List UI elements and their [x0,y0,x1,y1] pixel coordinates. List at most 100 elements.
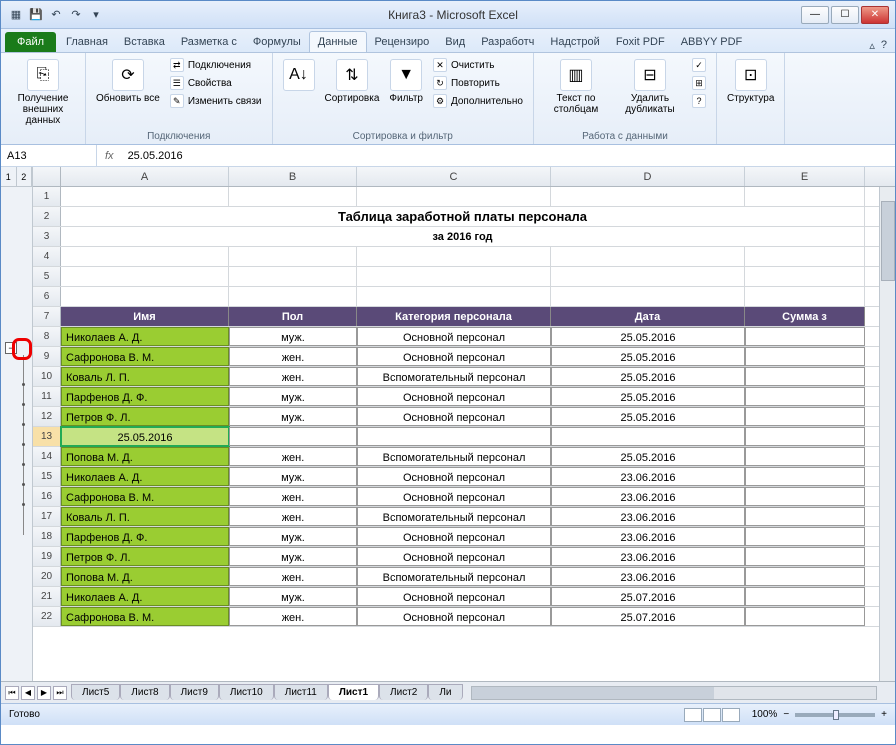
reapply-button[interactable]: ↻Повторить [431,75,525,91]
category-cell[interactable]: Основной персонал [357,467,551,486]
page-subtitle[interactable]: за 2016 год [61,227,865,246]
minimize-ribbon-icon[interactable]: ▵ [869,39,875,52]
normal-view-button[interactable] [684,708,702,722]
name-box[interactable]: A13 [1,145,97,166]
redo-icon[interactable]: ↷ [67,6,85,24]
sort-button[interactable]: ⇅ Сортировка [323,57,382,106]
outline-button[interactable]: ⊡ Структура [725,57,776,106]
gender-cell[interactable]: жен. [229,507,357,526]
row-header[interactable]: 1 [33,187,61,206]
gender-cell[interactable]: муж. [229,527,357,546]
tab-insert[interactable]: Вставка [116,32,173,52]
row-header[interactable]: 20 [33,567,61,586]
help-icon[interactable]: ? [881,39,887,52]
col-header-a[interactable]: A [61,167,229,186]
select-all-corner[interactable] [33,167,61,186]
file-tab[interactable]: Файл [5,32,56,52]
cell[interactable] [551,267,745,286]
sheet-tab[interactable]: Лист9 [170,684,219,700]
tab-nav-next[interactable]: ▶ [37,686,51,700]
subtotal-cell[interactable]: 25.05.2016 [61,427,229,446]
sum-cell[interactable] [745,467,865,486]
category-cell[interactable]: Основной персонал [357,407,551,426]
category-cell[interactable]: Основной персонал [357,527,551,546]
tab-abbyy[interactable]: ABBYY PDF [673,32,751,52]
category-cell[interactable]: Основной персонал [357,607,551,626]
outline-level-1[interactable]: 1 [1,167,17,186]
page-layout-button[interactable] [703,708,721,722]
horizontal-scrollbar[interactable] [471,686,878,700]
cell[interactable] [551,427,745,446]
cell[interactable] [61,287,229,306]
sum-cell[interactable] [745,567,865,586]
gender-cell[interactable]: жен. [229,447,357,466]
validation-button[interactable]: ✓ [690,57,708,73]
row-header[interactable]: 14 [33,447,61,466]
category-cell[interactable]: Основной персонал [357,347,551,366]
category-cell[interactable]: Основной персонал [357,327,551,346]
tab-nav-first[interactable]: ⏮ [5,686,19,700]
row-header[interactable]: 2 [33,207,61,226]
date-cell[interactable]: 23.06.2016 [551,527,745,546]
cell[interactable] [745,247,865,266]
gender-cell[interactable]: муж. [229,587,357,606]
row-header[interactable]: 9 [33,347,61,366]
tab-addins[interactable]: Надстрой [542,32,607,52]
row-header[interactable]: 16 [33,487,61,506]
remove-duplicates-button[interactable]: ⊟ Удалить дубликаты [616,57,684,117]
properties-button[interactable]: ☰Свойства [168,75,264,91]
date-cell[interactable]: 23.06.2016 [551,467,745,486]
tab-nav-last[interactable]: ⏭ [53,686,67,700]
name-cell[interactable]: Сафронова В. М. [61,347,229,366]
cell[interactable] [551,247,745,266]
clear-filter-button[interactable]: ✕Очистить [431,57,525,73]
hscroll-thumb[interactable] [472,687,715,699]
qat-more-icon[interactable]: ▾ [87,6,105,24]
tab-foxit[interactable]: Foxit PDF [608,32,673,52]
sum-cell[interactable] [745,487,865,506]
cell[interactable] [61,187,229,206]
close-button[interactable]: ✕ [861,6,889,24]
cell[interactable] [229,187,357,206]
cell[interactable] [745,287,865,306]
row-header[interactable]: 3 [33,227,61,246]
gender-cell[interactable]: муж. [229,407,357,426]
sheet-tab[interactable]: Лист1 [328,684,379,700]
refresh-all-button[interactable]: ⟳ Обновить все [94,57,162,106]
text-to-columns-button[interactable]: ▥ Текст по столбцам [542,57,610,117]
sort-az-button[interactable]: A↓ [281,57,317,93]
col-sum-header[interactable]: Сумма з [745,307,865,326]
category-cell[interactable]: Вспомогательный персонал [357,367,551,386]
row-header[interactable]: 19 [33,547,61,566]
date-cell[interactable]: 25.07.2016 [551,587,745,606]
category-cell[interactable]: Основной персонал [357,547,551,566]
col-header-e[interactable]: E [745,167,865,186]
filter-button[interactable]: ▼ Фильтр [387,57,425,106]
name-cell[interactable]: Попова М. Д. [61,567,229,586]
row-header[interactable]: 8 [33,327,61,346]
category-cell[interactable]: Вспомогательный персонал [357,567,551,586]
sum-cell[interactable] [745,387,865,406]
gender-cell[interactable]: жен. [229,347,357,366]
save-icon[interactable]: 💾 [27,6,45,24]
tab-view[interactable]: Вид [437,32,473,52]
tab-data[interactable]: Данные [309,31,367,52]
scroll-thumb[interactable] [881,201,895,281]
category-cell[interactable]: Основной персонал [357,387,551,406]
page-break-button[interactable] [722,708,740,722]
zoom-in-button[interactable]: + [881,709,887,720]
category-cell[interactable]: Вспомогательный персонал [357,447,551,466]
cell[interactable] [229,427,357,446]
sheet-tab[interactable]: Лист11 [274,684,328,700]
sheet-tab[interactable]: Лист5 [71,684,120,700]
outline-level-2[interactable]: 2 [17,167,33,186]
gender-cell[interactable]: жен. [229,367,357,386]
cell[interactable] [229,287,357,306]
name-cell[interactable]: Парфенов Д. Ф. [61,527,229,546]
gender-cell[interactable]: жен. [229,567,357,586]
gender-cell[interactable]: жен. [229,607,357,626]
sum-cell[interactable] [745,507,865,526]
date-cell[interactable]: 25.05.2016 [551,367,745,386]
name-cell[interactable]: Николаев А. Д. [61,327,229,346]
row-header[interactable]: 11 [33,387,61,406]
